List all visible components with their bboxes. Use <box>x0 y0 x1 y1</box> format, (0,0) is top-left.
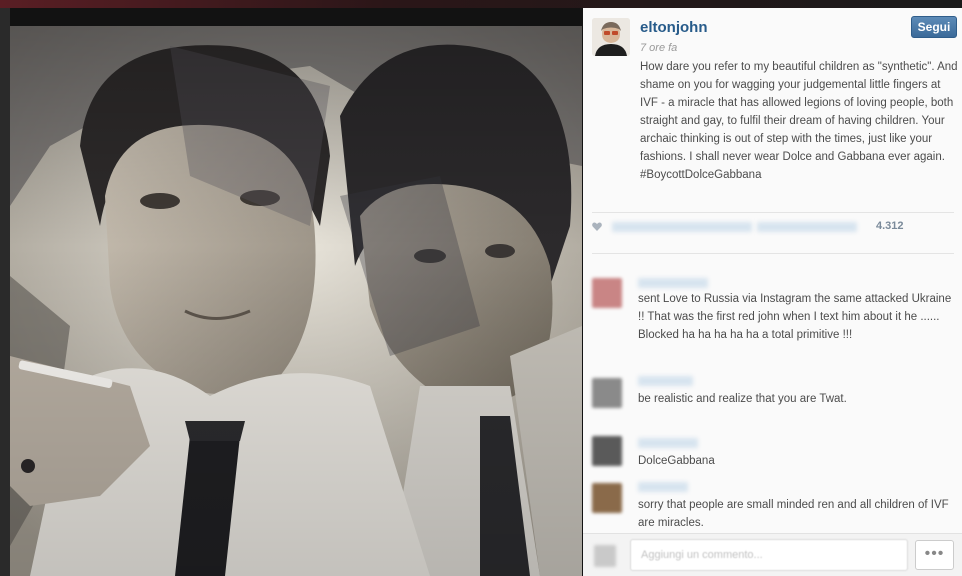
avatar-portrait-icon <box>592 18 630 56</box>
comment-text: DolceGabbana <box>638 455 715 467</box>
post-caption: How dare you refer to my beautiful child… <box>640 61 958 181</box>
browser-top-strip <box>0 0 962 8</box>
likes-row: 4.312 <box>592 218 952 236</box>
follow-button[interactable]: Segui <box>911 16 957 38</box>
more-options-button[interactable]: ••• <box>915 540 954 570</box>
comment-text: sent Love to Russia via Instagram the sa… <box>638 293 952 341</box>
heart-icon <box>592 222 602 231</box>
user-avatar[interactable] <box>592 18 630 56</box>
comment-item: sent Love to Russia via Instagram the sa… <box>583 274 962 366</box>
likes-count: 4.312 <box>876 220 904 232</box>
photo-illustration <box>10 26 582 576</box>
commenter-name-redacted <box>638 376 693 386</box>
post-photo[interactable] <box>10 26 582 576</box>
comment-text: sorry that people are small minded ren a… <box>638 499 949 529</box>
commenter-avatar[interactable] <box>592 378 622 408</box>
post-timestamp: 7 ore fa <box>640 42 678 54</box>
comment-item: DolceGabbana <box>583 434 962 476</box>
commenter-name-redacted <box>638 438 698 448</box>
left-edge-strip <box>0 8 10 576</box>
current-user-avatar <box>594 545 616 567</box>
comment-input[interactable]: Aggiungi un commento... <box>630 539 908 571</box>
instagram-post-window: eltonjohn Segui 7 ore fa How dare you re… <box>0 0 962 576</box>
commenter-avatar[interactable] <box>592 436 622 466</box>
comment-item: be realistic and realize that you are Tw… <box>583 372 962 428</box>
likers-list-redacted <box>757 222 857 232</box>
commenter-avatar[interactable] <box>592 278 622 308</box>
commenter-avatar[interactable] <box>592 483 622 513</box>
comment-text: be realistic and realize that you are Tw… <box>638 393 847 405</box>
post-username[interactable]: eltonjohn <box>640 19 708 36</box>
post-sidebar: eltonjohn Segui 7 ore fa How dare you re… <box>583 8 962 576</box>
comment-composer: Aggiungi un commento... ••• <box>583 533 962 576</box>
commenter-name-redacted <box>638 278 708 288</box>
likers-list-redacted <box>612 222 752 232</box>
commenter-name-redacted <box>638 482 688 492</box>
likes-divider <box>592 253 954 254</box>
caption-divider <box>592 212 954 213</box>
comment-item: sorry that people are small minded ren a… <box>583 480 962 532</box>
